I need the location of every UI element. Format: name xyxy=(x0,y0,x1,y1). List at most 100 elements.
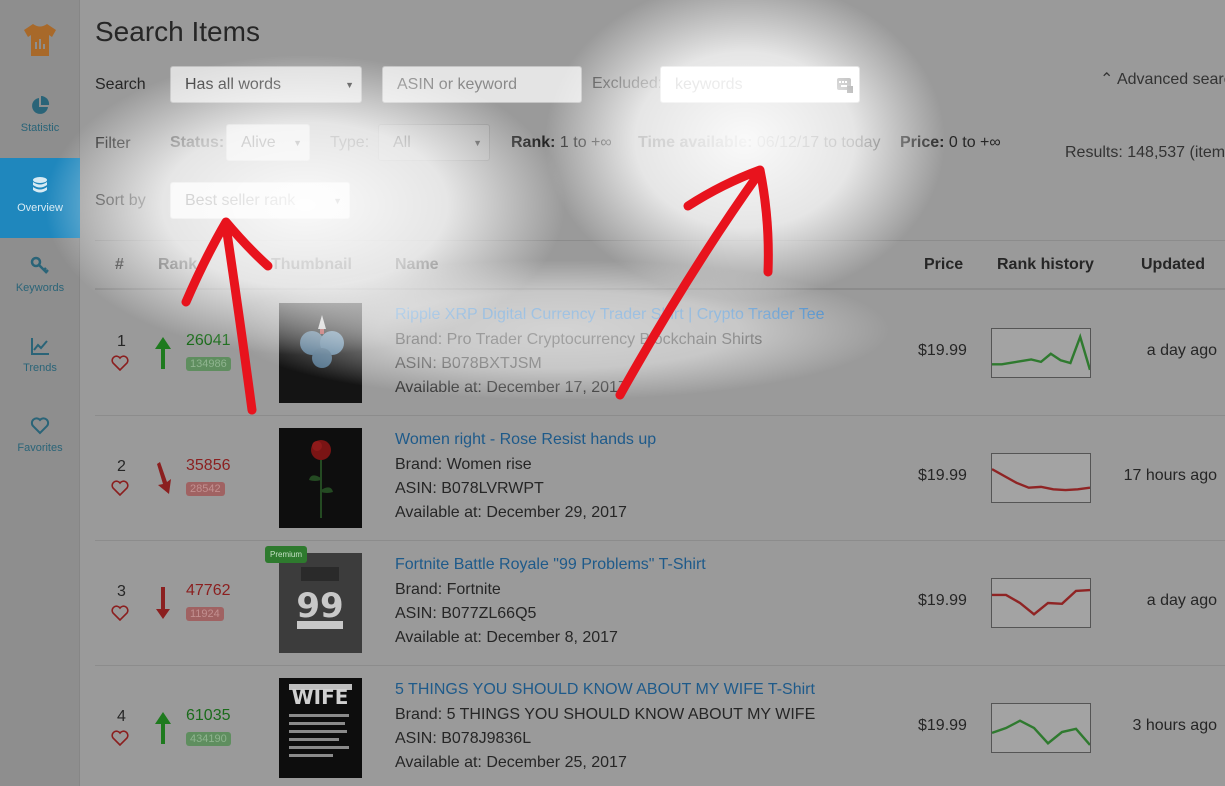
rank-filter[interactable]: Rank: 1 to +∞ xyxy=(511,134,612,152)
product-thumbnail[interactable] xyxy=(279,428,362,528)
column-header-updated[interactable]: Updated xyxy=(1141,256,1205,274)
product-thumbnail[interactable]: WIFE xyxy=(279,678,362,778)
favorite-heart-icon[interactable] xyxy=(111,480,129,496)
column-header-rank[interactable]: Rank xyxy=(158,256,197,274)
price-filter-value: 0 to +∞ xyxy=(948,134,1001,151)
column-header-number[interactable]: # xyxy=(115,256,124,274)
table-row[interactable]: 3 47762 11924 99 Premium Fortnite Battle… xyxy=(95,541,1225,666)
table-row[interactable]: 4 61035 434190 WIFE 5 THINGS YOU SHOULD … xyxy=(95,666,1225,786)
product-asin: ASIN: B078LVRWPT xyxy=(395,480,544,497)
product-thumbnail[interactable] xyxy=(279,303,362,403)
price-filter[interactable]: Price: 0 to +∞ xyxy=(900,134,1001,152)
advanced-search-label: Advanced search xyxy=(1116,71,1225,88)
chevron-up-icon: ⌃ xyxy=(1100,71,1117,88)
previous-rank-badge: 28542 xyxy=(186,482,225,496)
tshirt-logo-icon[interactable] xyxy=(20,20,60,60)
current-rank: 35856 xyxy=(186,457,231,474)
column-header-name[interactable]: Name xyxy=(395,256,439,274)
favorite-heart-icon[interactable] xyxy=(111,355,129,371)
table-header: # Rank Thumbnail Name Price Rank history… xyxy=(95,240,1225,290)
status-select[interactable]: Alive ▼ xyxy=(226,124,310,161)
time-filter[interactable]: Time available: 06/12/17 to today xyxy=(638,134,881,152)
updated-time: a day ago xyxy=(1146,342,1217,359)
sidebar-item-favorites[interactable]: Favorites xyxy=(0,398,80,478)
row-number: 2 xyxy=(117,458,126,475)
row-number: 4 xyxy=(117,708,126,725)
rank-up-arrow-icon xyxy=(155,712,171,744)
key-icon xyxy=(30,256,49,274)
product-available-date: Available at: December 29, 2017 xyxy=(395,504,627,521)
excluded-placeholder: keywords xyxy=(675,76,743,93)
product-brand: Brand: Fortnite xyxy=(395,581,501,598)
product-brand: Brand: Women rise xyxy=(395,456,532,473)
svg-text:99: 99 xyxy=(296,586,343,626)
rank-down-arrow-icon xyxy=(156,587,170,619)
rank-history-sparkline xyxy=(991,453,1091,503)
rank-history-sparkline xyxy=(991,328,1091,378)
current-rank: 47762 xyxy=(186,582,231,599)
results-count: Results: 148,537 (items) xyxy=(1065,144,1225,161)
type-label: Type: xyxy=(330,134,370,151)
caret-down-icon: ▼ xyxy=(345,80,354,90)
sidebar-item-label: Favorites xyxy=(17,442,63,454)
product-price: $19.99 xyxy=(918,592,967,609)
product-thumbnail[interactable]: 99 xyxy=(279,553,362,653)
sparkline-line xyxy=(992,719,1090,746)
pie-chart-icon xyxy=(32,96,50,114)
sort-label: Sort by xyxy=(95,192,146,209)
sidebar-item-statistic[interactable]: Statistic xyxy=(0,78,80,158)
keyword-placeholder: ASIN or keyword xyxy=(397,76,518,93)
caret-down-icon: ▼ xyxy=(333,196,342,206)
keyword-input[interactable]: ASIN or keyword xyxy=(382,66,582,103)
favorite-heart-icon[interactable] xyxy=(111,605,129,621)
product-available-date: Available at: December 25, 2017 xyxy=(395,754,627,771)
product-price: $19.99 xyxy=(918,342,967,359)
product-name-link[interactable]: Women right - Rose Resist hands up xyxy=(395,431,656,449)
product-name-link[interactable]: Fortnite Battle Royale "99 Problems" T-S… xyxy=(395,556,706,574)
row-number: 3 xyxy=(117,583,126,600)
sidebar-item-label: Trends xyxy=(23,362,57,374)
main-content: Search Items Search Has all words ▼ ASIN… xyxy=(80,0,1225,786)
line-chart-icon xyxy=(31,338,49,355)
product-asin: ASIN: B077ZL66Q5 xyxy=(395,605,537,622)
sidebar-item-label: Statistic xyxy=(20,122,60,134)
rank-up-arrow-icon xyxy=(155,337,171,369)
table-row[interactable]: 1 26041 134986 Ripple XRP Digital Curren… xyxy=(95,291,1225,416)
current-rank: 61035 xyxy=(186,707,231,724)
product-name-link[interactable]: 5 THINGS YOU SHOULD KNOW ABOUT MY WIFE T… xyxy=(395,681,815,699)
rank-filter-value: 1 to +∞ xyxy=(559,134,612,151)
sidebar-item-keywords[interactable]: Keywords xyxy=(0,238,80,318)
excluded-input[interactable]: keywords xyxy=(660,66,860,103)
search-mode-select[interactable]: Has all words ▼ xyxy=(170,66,362,103)
search-mode-value: Has all words xyxy=(185,76,282,93)
updated-time: a day ago xyxy=(1146,592,1217,609)
sparkline-line xyxy=(992,588,1090,616)
product-available-date: Available at: December 8, 2017 xyxy=(395,629,618,646)
product-brand: Brand: Pro Trader Cryptocurrency Blockch… xyxy=(395,331,763,348)
sort-select[interactable]: Best seller rank ▼ xyxy=(170,182,350,219)
product-name-link[interactable]: Ripple XRP Digital Currency Trader Shirt… xyxy=(395,306,825,324)
excluded-label: Excluded: xyxy=(592,75,663,92)
product-brand: Brand: 5 THINGS YOU SHOULD KNOW ABOUT MY… xyxy=(395,706,816,723)
heart-icon xyxy=(30,417,50,435)
keyboard-icon[interactable] xyxy=(837,77,853,93)
time-filter-value: 06/12/17 to today xyxy=(756,134,881,151)
advanced-search-link[interactable]: ⌃ Advanced search xyxy=(1100,69,1225,89)
favorite-heart-icon[interactable] xyxy=(111,730,129,746)
row-number: 1 xyxy=(117,333,126,350)
sidebar-item-trends[interactable]: Trends xyxy=(0,318,80,398)
previous-rank-badge: 11924 xyxy=(186,607,224,621)
database-icon xyxy=(33,177,47,193)
table-row[interactable]: 2 35856 28542 Women right - Rose Resist … xyxy=(95,416,1225,541)
time-filter-label: Time available: xyxy=(638,134,753,151)
previous-rank-badge: 134986 xyxy=(186,357,231,371)
type-select[interactable]: All ▼ xyxy=(378,124,490,161)
status-label: Status: xyxy=(170,134,225,151)
column-header-price[interactable]: Price xyxy=(924,256,963,274)
sort-value: Best seller rank xyxy=(185,192,296,209)
rank-down-arrow-icon xyxy=(157,462,171,494)
rank-history-sparkline xyxy=(991,578,1091,628)
sidebar-item-overview[interactable]: Overview xyxy=(0,158,80,238)
rank-history-sparkline xyxy=(991,703,1091,753)
sparkline-line xyxy=(992,468,1090,492)
